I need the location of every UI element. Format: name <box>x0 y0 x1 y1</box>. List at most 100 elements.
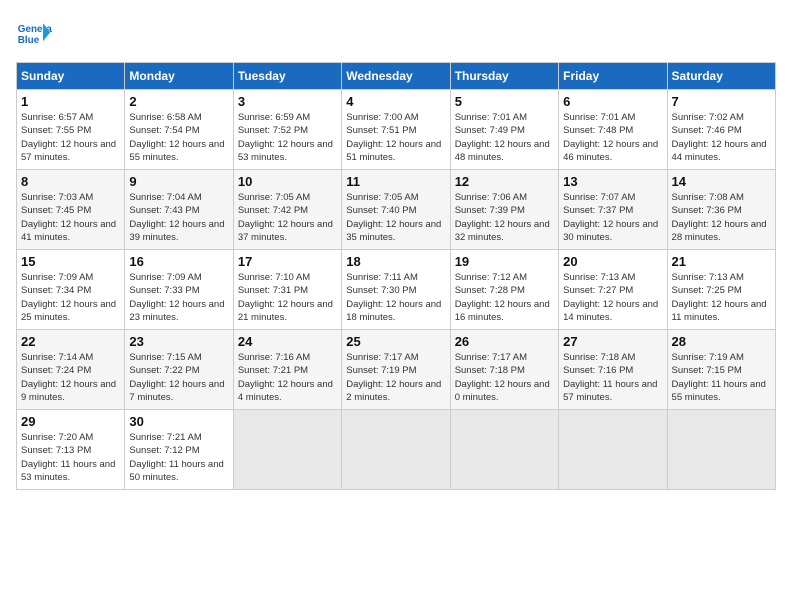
day-number: 28 <box>672 334 771 349</box>
day-detail: Sunrise: 7:01 AMSunset: 7:48 PMDaylight:… <box>563 112 658 163</box>
day-cell: 5 Sunrise: 7:01 AMSunset: 7:49 PMDayligh… <box>450 90 558 170</box>
day-number: 5 <box>455 94 554 109</box>
day-number: 11 <box>346 174 445 189</box>
day-number: 19 <box>455 254 554 269</box>
day-number: 25 <box>346 334 445 349</box>
day-detail: Sunrise: 7:17 AMSunset: 7:19 PMDaylight:… <box>346 352 441 403</box>
day-detail: Sunrise: 7:14 AMSunset: 7:24 PMDaylight:… <box>21 352 116 403</box>
day-cell: 20 Sunrise: 7:13 AMSunset: 7:27 PMDaylig… <box>559 250 667 330</box>
day-cell: 9 Sunrise: 7:04 AMSunset: 7:43 PMDayligh… <box>125 170 233 250</box>
day-cell: 15 Sunrise: 7:09 AMSunset: 7:34 PMDaylig… <box>17 250 125 330</box>
day-number: 9 <box>129 174 228 189</box>
day-cell: 14 Sunrise: 7:08 AMSunset: 7:36 PMDaylig… <box>667 170 775 250</box>
day-number: 26 <box>455 334 554 349</box>
day-detail: Sunrise: 7:06 AMSunset: 7:39 PMDaylight:… <box>455 192 550 243</box>
day-number: 24 <box>238 334 337 349</box>
day-number: 6 <box>563 94 662 109</box>
day-cell: 17 Sunrise: 7:10 AMSunset: 7:31 PMDaylig… <box>233 250 341 330</box>
day-number: 15 <box>21 254 120 269</box>
day-number: 4 <box>346 94 445 109</box>
week-row-5: 29 Sunrise: 7:20 AMSunset: 7:13 PMDaylig… <box>17 410 776 490</box>
day-number: 20 <box>563 254 662 269</box>
day-detail: Sunrise: 7:05 AMSunset: 7:40 PMDaylight:… <box>346 192 441 243</box>
day-detail: Sunrise: 7:02 AMSunset: 7:46 PMDaylight:… <box>672 112 767 163</box>
day-cell: 11 Sunrise: 7:05 AMSunset: 7:40 PMDaylig… <box>342 170 450 250</box>
day-cell: 2 Sunrise: 6:58 AMSunset: 7:54 PMDayligh… <box>125 90 233 170</box>
day-cell: 23 Sunrise: 7:15 AMSunset: 7:22 PMDaylig… <box>125 330 233 410</box>
day-cell: 22 Sunrise: 7:14 AMSunset: 7:24 PMDaylig… <box>17 330 125 410</box>
day-cell: 4 Sunrise: 7:00 AMSunset: 7:51 PMDayligh… <box>342 90 450 170</box>
day-cell: 7 Sunrise: 7:02 AMSunset: 7:46 PMDayligh… <box>667 90 775 170</box>
calendar-table: SundayMondayTuesdayWednesdayThursdayFrid… <box>16 62 776 490</box>
day-number: 13 <box>563 174 662 189</box>
day-cell: 21 Sunrise: 7:13 AMSunset: 7:25 PMDaylig… <box>667 250 775 330</box>
header-row: SundayMondayTuesdayWednesdayThursdayFrid… <box>17 63 776 90</box>
day-number: 8 <box>21 174 120 189</box>
day-detail: Sunrise: 7:13 AMSunset: 7:25 PMDaylight:… <box>672 272 767 323</box>
day-cell: 12 Sunrise: 7:06 AMSunset: 7:39 PMDaylig… <box>450 170 558 250</box>
week-row-4: 22 Sunrise: 7:14 AMSunset: 7:24 PMDaylig… <box>17 330 776 410</box>
day-cell: 24 Sunrise: 7:16 AMSunset: 7:21 PMDaylig… <box>233 330 341 410</box>
day-detail: Sunrise: 7:05 AMSunset: 7:42 PMDaylight:… <box>238 192 333 243</box>
day-detail: Sunrise: 7:01 AMSunset: 7:49 PMDaylight:… <box>455 112 550 163</box>
day-number: 7 <box>672 94 771 109</box>
day-detail: Sunrise: 7:08 AMSunset: 7:36 PMDaylight:… <box>672 192 767 243</box>
week-row-2: 8 Sunrise: 7:03 AMSunset: 7:45 PMDayligh… <box>17 170 776 250</box>
day-number: 30 <box>129 414 228 429</box>
day-cell <box>233 410 341 490</box>
week-row-3: 15 Sunrise: 7:09 AMSunset: 7:34 PMDaylig… <box>17 250 776 330</box>
day-number: 16 <box>129 254 228 269</box>
day-cell <box>450 410 558 490</box>
day-detail: Sunrise: 7:17 AMSunset: 7:18 PMDaylight:… <box>455 352 550 403</box>
day-cell: 19 Sunrise: 7:12 AMSunset: 7:28 PMDaylig… <box>450 250 558 330</box>
logo: General Blue <box>16 16 52 52</box>
day-detail: Sunrise: 7:20 AMSunset: 7:13 PMDaylight:… <box>21 432 115 483</box>
day-number: 27 <box>563 334 662 349</box>
day-number: 22 <box>21 334 120 349</box>
day-cell: 30 Sunrise: 7:21 AMSunset: 7:12 PMDaylig… <box>125 410 233 490</box>
day-cell: 16 Sunrise: 7:09 AMSunset: 7:33 PMDaylig… <box>125 250 233 330</box>
day-header-tuesday: Tuesday <box>233 63 341 90</box>
day-number: 18 <box>346 254 445 269</box>
logo-icon: General Blue <box>16 16 52 52</box>
day-detail: Sunrise: 7:10 AMSunset: 7:31 PMDaylight:… <box>238 272 333 323</box>
day-detail: Sunrise: 7:11 AMSunset: 7:30 PMDaylight:… <box>346 272 441 323</box>
day-number: 14 <box>672 174 771 189</box>
day-cell: 13 Sunrise: 7:07 AMSunset: 7:37 PMDaylig… <box>559 170 667 250</box>
day-number: 12 <box>455 174 554 189</box>
day-header-wednesday: Wednesday <box>342 63 450 90</box>
day-cell <box>342 410 450 490</box>
day-detail: Sunrise: 7:07 AMSunset: 7:37 PMDaylight:… <box>563 192 658 243</box>
day-detail: Sunrise: 7:04 AMSunset: 7:43 PMDaylight:… <box>129 192 224 243</box>
day-detail: Sunrise: 7:13 AMSunset: 7:27 PMDaylight:… <box>563 272 658 323</box>
day-cell: 26 Sunrise: 7:17 AMSunset: 7:18 PMDaylig… <box>450 330 558 410</box>
day-cell: 25 Sunrise: 7:17 AMSunset: 7:19 PMDaylig… <box>342 330 450 410</box>
day-cell <box>667 410 775 490</box>
day-detail: Sunrise: 7:03 AMSunset: 7:45 PMDaylight:… <box>21 192 116 243</box>
day-detail: Sunrise: 7:16 AMSunset: 7:21 PMDaylight:… <box>238 352 333 403</box>
day-cell: 1 Sunrise: 6:57 AMSunset: 7:55 PMDayligh… <box>17 90 125 170</box>
day-cell: 28 Sunrise: 7:19 AMSunset: 7:15 PMDaylig… <box>667 330 775 410</box>
day-detail: Sunrise: 6:57 AMSunset: 7:55 PMDaylight:… <box>21 112 116 163</box>
day-number: 29 <box>21 414 120 429</box>
day-cell: 27 Sunrise: 7:18 AMSunset: 7:16 PMDaylig… <box>559 330 667 410</box>
day-detail: Sunrise: 6:58 AMSunset: 7:54 PMDaylight:… <box>129 112 224 163</box>
day-cell: 29 Sunrise: 7:20 AMSunset: 7:13 PMDaylig… <box>17 410 125 490</box>
day-header-thursday: Thursday <box>450 63 558 90</box>
day-header-friday: Friday <box>559 63 667 90</box>
day-detail: Sunrise: 7:12 AMSunset: 7:28 PMDaylight:… <box>455 272 550 323</box>
day-detail: Sunrise: 6:59 AMSunset: 7:52 PMDaylight:… <box>238 112 333 163</box>
svg-text:Blue: Blue <box>18 35 40 46</box>
day-detail: Sunrise: 7:09 AMSunset: 7:33 PMDaylight:… <box>129 272 224 323</box>
day-detail: Sunrise: 7:09 AMSunset: 7:34 PMDaylight:… <box>21 272 116 323</box>
day-number: 23 <box>129 334 228 349</box>
day-number: 17 <box>238 254 337 269</box>
day-number: 3 <box>238 94 337 109</box>
day-detail: Sunrise: 7:15 AMSunset: 7:22 PMDaylight:… <box>129 352 224 403</box>
day-number: 21 <box>672 254 771 269</box>
day-detail: Sunrise: 7:18 AMSunset: 7:16 PMDaylight:… <box>563 352 657 403</box>
day-detail: Sunrise: 7:00 AMSunset: 7:51 PMDaylight:… <box>346 112 441 163</box>
day-number: 1 <box>21 94 120 109</box>
day-number: 2 <box>129 94 228 109</box>
week-row-1: 1 Sunrise: 6:57 AMSunset: 7:55 PMDayligh… <box>17 90 776 170</box>
